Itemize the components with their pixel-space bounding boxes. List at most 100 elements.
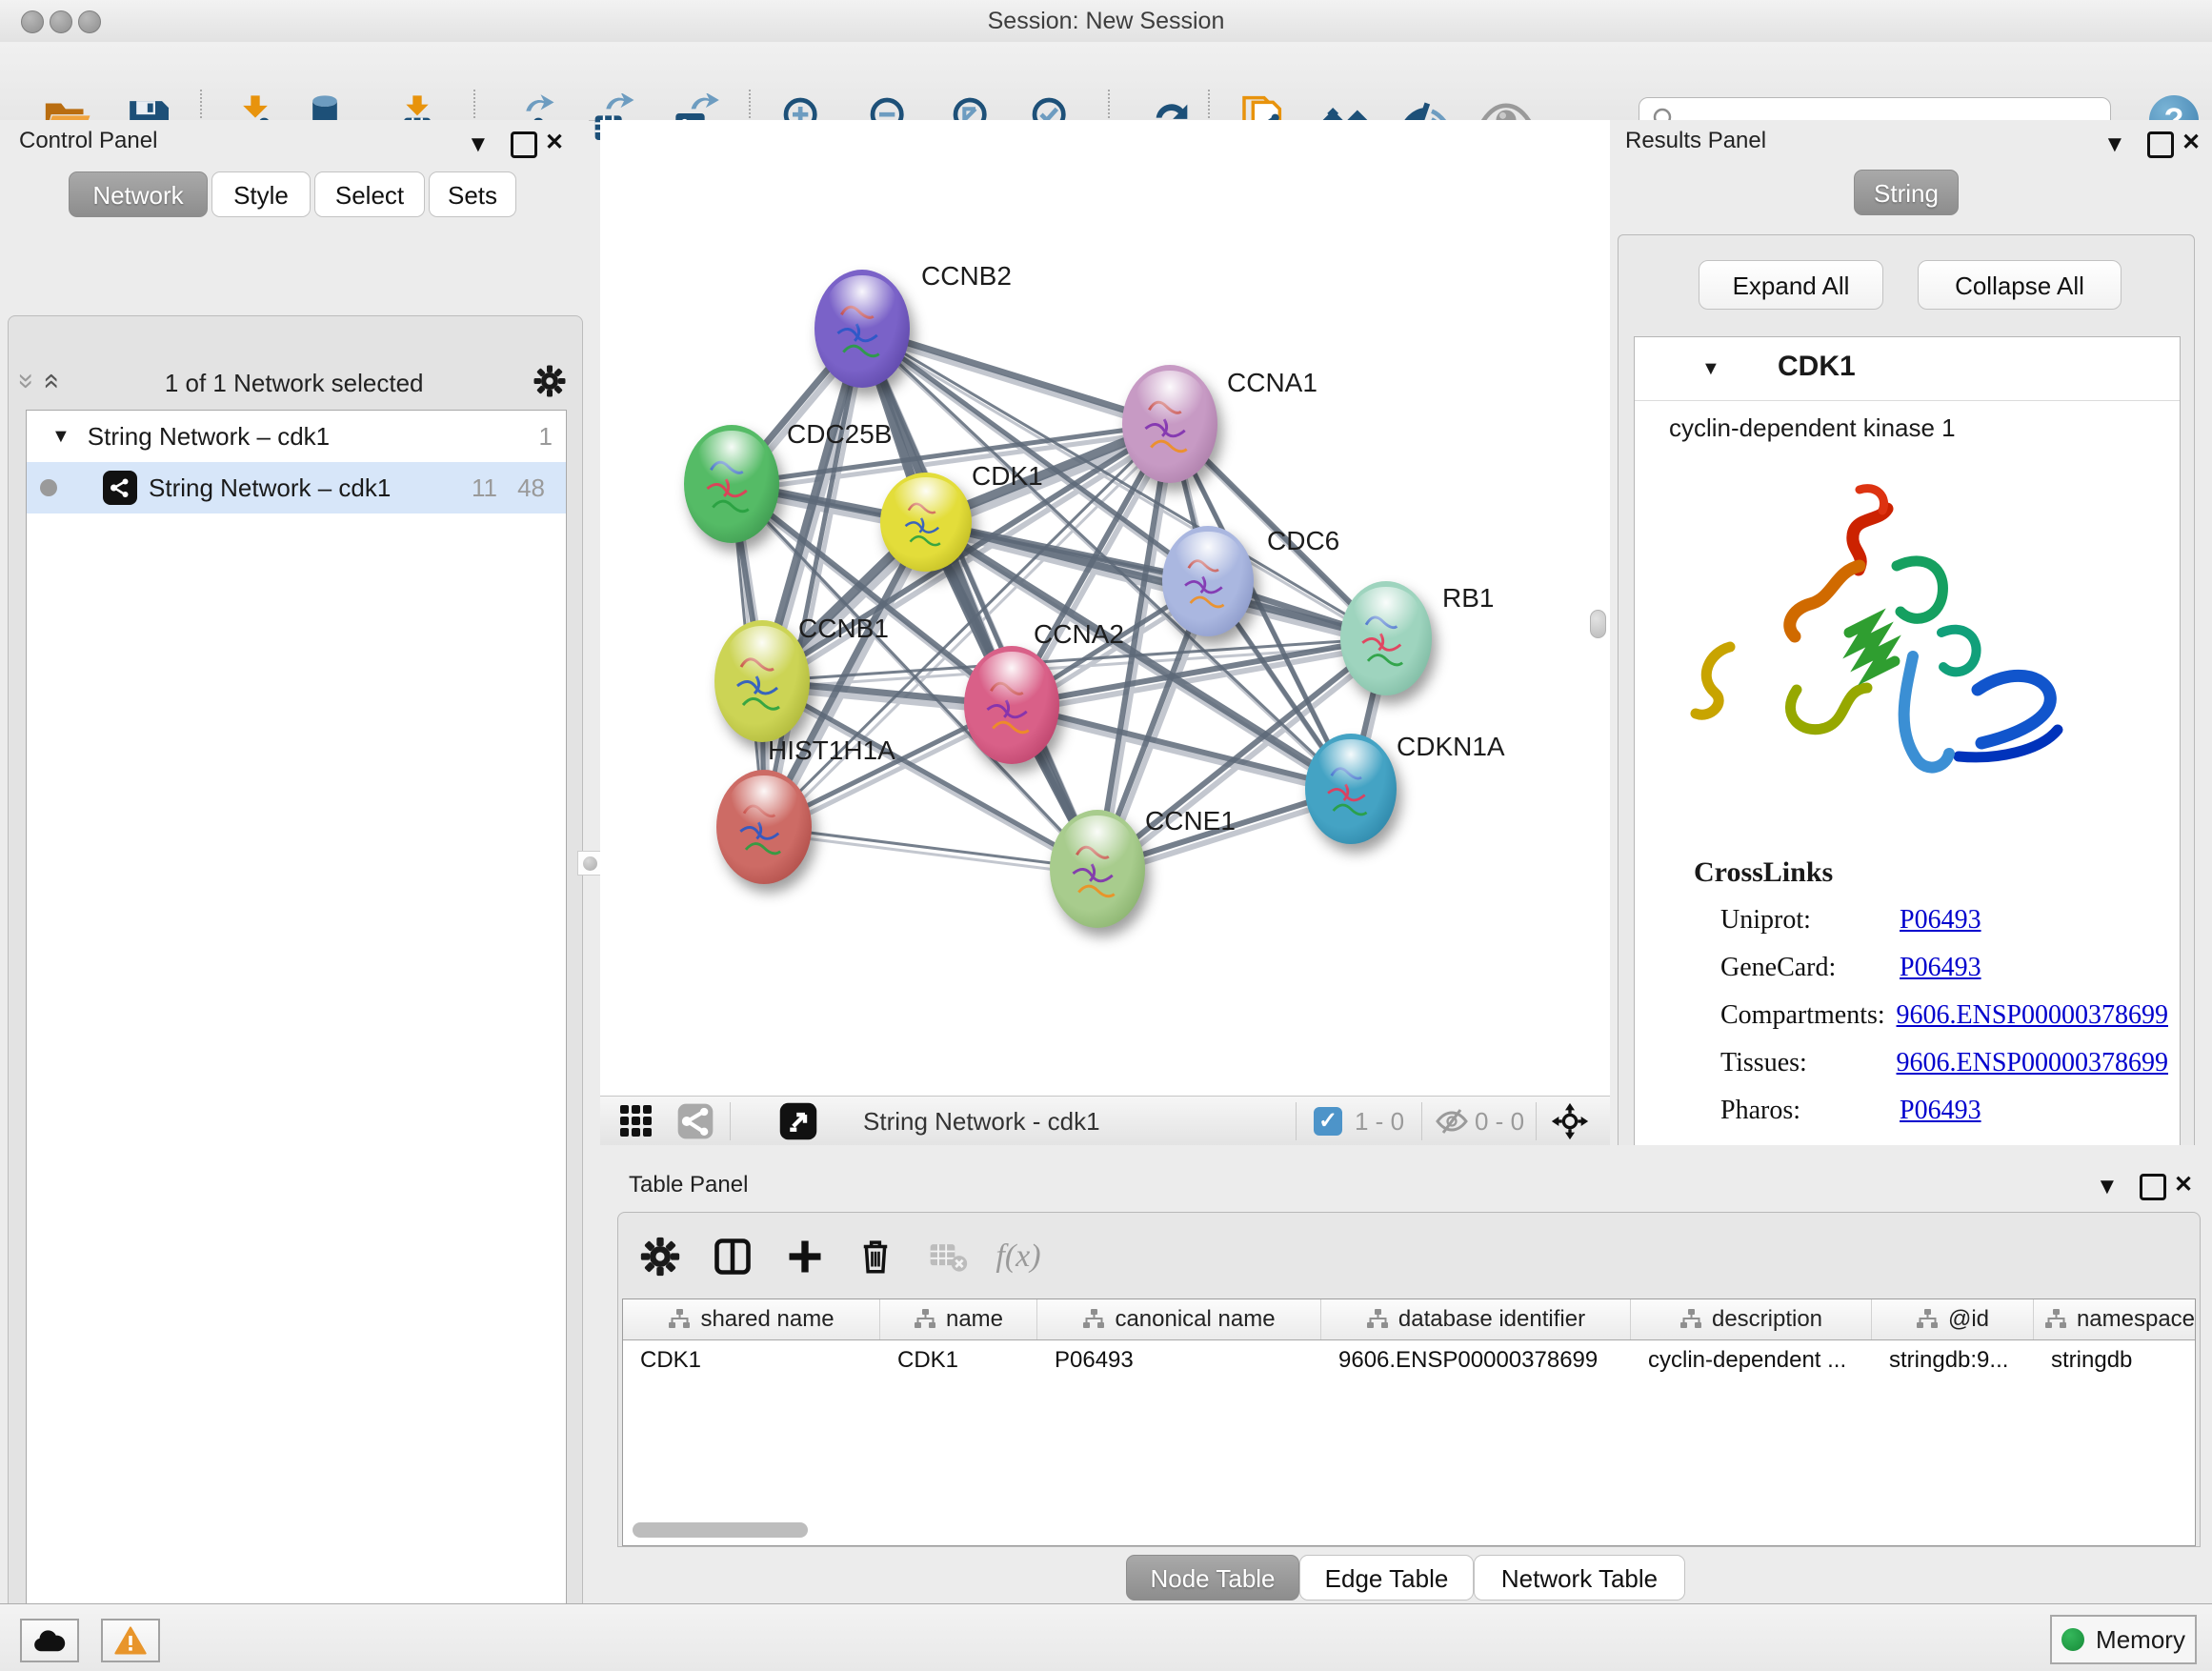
crosslink-label: Tissues:	[1720, 1048, 1897, 1078]
view-grid-icon[interactable]	[615, 1100, 657, 1142]
network-edge-count: 48	[517, 473, 545, 503]
network-node-CCNE1[interactable]	[1050, 810, 1145, 928]
network-node-CDC6[interactable]	[1162, 526, 1254, 636]
network-node-CCNB2[interactable]	[814, 270, 910, 388]
network-node-CDKN1A[interactable]	[1305, 734, 1397, 844]
results-panel-title: Results Panel	[1625, 128, 1766, 154]
add-column-icon[interactable]	[778, 1230, 832, 1283]
panel-float-icon[interactable]	[2147, 131, 2174, 158]
panel-menu-icon[interactable]: ▼	[2096, 1176, 2119, 1198]
selected-count: 1 - 0	[1355, 1097, 1404, 1146]
separator	[1296, 1102, 1297, 1140]
panel-close-icon[interactable]: ✕	[2182, 131, 2201, 154]
tab-select[interactable]: Select	[314, 171, 425, 217]
crosslink-link[interactable]: 9606.ENSP00000378699	[1897, 1000, 2168, 1031]
tree-expand-icon[interactable]: ▼	[51, 426, 70, 448]
warning-icon	[114, 1626, 147, 1655]
crosslink-link[interactable]: P06493	[1900, 905, 1981, 936]
warning-button[interactable]	[101, 1619, 160, 1662]
panel-float-icon[interactable]	[2140, 1174, 2166, 1200]
delete-table-icon[interactable]	[921, 1230, 975, 1283]
collapse-all-button[interactable]: Collapse All	[1918, 260, 2122, 310]
tab-edge-table[interactable]: Edge Table	[1299, 1555, 1474, 1601]
protein-card: ▼ CDK1 cyclin-dependent kinase 1	[1634, 336, 2181, 1150]
network-type-icon	[103, 471, 137, 505]
table-cell[interactable]: cyclin-dependent ...	[1631, 1339, 1872, 1381]
table-panel: Table Panel ▼ ✕ f(x) shared namenamecano…	[589, 1145, 2212, 1603]
network-node-HIST1H1A[interactable]	[716, 770, 812, 884]
string-results-container: Expand All Collapse All ▼ CDK1 cyclin-de…	[1618, 234, 2195, 1162]
crosslinks-list: Uniprot:P06493GeneCard:P06493Compartment…	[1720, 905, 2168, 1143]
protein-structure-image	[1673, 452, 2082, 823]
column-header-description[interactable]: description	[1631, 1299, 1872, 1339]
node-label-CDK1: CDK1	[972, 461, 1043, 492]
tab-style[interactable]: Style	[211, 171, 311, 217]
protein-description: cyclin-dependent kinase 1	[1669, 413, 1956, 443]
tab-string[interactable]: String	[1854, 170, 1959, 215]
view-network-icon[interactable]	[674, 1100, 716, 1142]
node-label-CCNB2: CCNB2	[921, 261, 1012, 292]
show-columns-icon[interactable]	[706, 1230, 759, 1283]
window-title: Session: New Session	[0, 0, 2212, 42]
network-node-CDK1[interactable]	[880, 473, 972, 572]
tab-network[interactable]: Network	[69, 171, 208, 217]
network-canvas[interactable]: CCNB2 CCNA1 CDC25B CDK1 CDC6	[600, 120, 1610, 1096]
crosslink-link[interactable]: 9606.ENSP00000378699	[1897, 1048, 2168, 1078]
tab-network-table[interactable]: Network Table	[1474, 1555, 1685, 1601]
column-header--id[interactable]: @id	[1872, 1299, 2034, 1339]
network-collection-row[interactable]: ▼ String Network – cdk1 1	[27, 411, 566, 462]
panel-menu-icon[interactable]: ▼	[467, 133, 490, 156]
node-label-CCNE1: CCNE1	[1145, 806, 1236, 836]
column-header-name[interactable]: name	[880, 1299, 1037, 1339]
crosslink-link[interactable]: P06493	[1900, 953, 1981, 983]
network-node-CCNA2[interactable]	[964, 646, 1059, 764]
column-header-shared-name[interactable]: shared name	[623, 1299, 880, 1339]
network-selection-bar: « » 1 of 1 Network selected	[18, 356, 573, 410]
network-row-selected[interactable]: String Network – cdk1 11 48	[27, 462, 566, 513]
protein-card-header[interactable]: ▼ CDK1	[1635, 337, 2180, 401]
table-cell[interactable]: stringdb	[2034, 1339, 2196, 1381]
left-splitter-handle[interactable]	[577, 851, 602, 876]
hidden-eye-icon[interactable]	[1431, 1100, 1473, 1142]
column-header-database-identifier[interactable]: database identifier	[1321, 1299, 1631, 1339]
network-node-CDC25B[interactable]	[684, 425, 779, 543]
table-settings-gear-icon[interactable]	[633, 1230, 687, 1283]
expand-all-icon[interactable]: »	[33, 377, 66, 390]
right-splitter-handle[interactable]	[1590, 610, 1606, 638]
column-header-canonical-name[interactable]: canonical name	[1037, 1299, 1321, 1339]
expand-all-button[interactable]: Expand All	[1699, 260, 1883, 310]
network-node-CCNA1[interactable]	[1122, 365, 1217, 483]
crosslink-link[interactable]: P06493	[1900, 1096, 1981, 1126]
table-cell[interactable]: 9606.ENSP00000378699	[1321, 1339, 1631, 1381]
fit-content-crosshair-icon[interactable]	[1549, 1100, 1591, 1142]
table-cell[interactable]: stringdb:9...	[1872, 1339, 2034, 1381]
column-header-namespace[interactable]: namespace	[2034, 1299, 2196, 1339]
network-node-RB1[interactable]	[1340, 581, 1432, 695]
collapse-section-icon[interactable]: ▼	[1701, 358, 1720, 380]
horizontal-scrollbar[interactable]	[633, 1522, 808, 1538]
table-cell[interactable]: CDK1	[880, 1339, 1037, 1381]
crosslink-label: GeneCard:	[1720, 953, 1900, 983]
network-options-gear-icon[interactable]	[533, 364, 567, 403]
cloud-button[interactable]	[20, 1619, 79, 1662]
birds-eye-view-icon[interactable]	[777, 1100, 819, 1142]
panel-close-icon[interactable]: ✕	[2174, 1174, 2193, 1197]
tab-node-table[interactable]: Node Table	[1126, 1555, 1299, 1601]
delete-column-icon[interactable]	[849, 1230, 902, 1283]
panel-menu-icon[interactable]: ▼	[2103, 133, 2126, 156]
function-builder-icon[interactable]: f(x)	[992, 1230, 1045, 1283]
panel-float-icon[interactable]	[511, 131, 537, 158]
memory-button[interactable]: Memory	[2050, 1615, 2197, 1664]
table-cell[interactable]: P06493	[1037, 1339, 1321, 1381]
title-bar: Session: New Session	[0, 0, 2212, 43]
selected-checkbox-icon[interactable]: ✓	[1307, 1100, 1349, 1142]
network-node-CCNB1[interactable]	[714, 620, 810, 742]
panel-close-icon[interactable]: ✕	[545, 131, 564, 154]
cloud-icon	[32, 1628, 67, 1653]
tab-sets[interactable]: Sets	[429, 171, 516, 217]
table-cell[interactable]: CDK1	[623, 1339, 880, 1381]
crosslink-label: Pharos:	[1720, 1096, 1900, 1126]
table-row[interactable]: CDK1CDK1P064939606.ENSP00000378699cyclin…	[623, 1339, 2196, 1381]
node-label-HIST1H1A: HIST1H1A	[768, 735, 895, 766]
crosslink-label: Compartments:	[1720, 1000, 1897, 1031]
